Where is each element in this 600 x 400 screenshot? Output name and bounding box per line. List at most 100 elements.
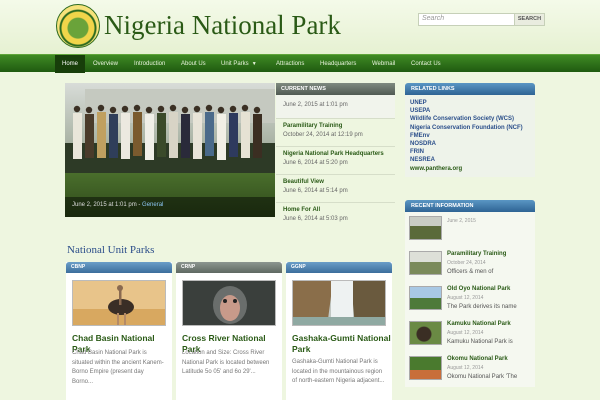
site-logo[interactable] (56, 4, 100, 48)
news-date: June 2, 2015 at 1:01 pm (283, 102, 348, 108)
nav-label: Contact Us (411, 61, 441, 67)
nav-item-overview[interactable]: Overview (86, 55, 125, 73)
recent-date: June 2, 2015 (447, 218, 476, 224)
nav-label: Introduction (134, 61, 166, 67)
news-item[interactable]: Nigeria National Park Headquarters June … (276, 147, 395, 175)
slide-category-link[interactable]: General (142, 202, 163, 208)
news-item[interactable]: June 2, 2015 at 1:01 pm (276, 95, 395, 119)
current-news-panel: CURRENT NEWS June 2, 2015 at 1:01 pm Par… (276, 83, 395, 233)
nav-item-headquarters[interactable]: Headquarters (313, 55, 363, 73)
nav-item-contact-us[interactable]: Contact Us (404, 55, 448, 73)
recent-thumbnail[interactable] (409, 356, 442, 380)
nav-item-introduction[interactable]: Introduction (127, 55, 172, 73)
park-card-tab: CBNP (66, 262, 172, 273)
recent-excerpt: Officers & men of (447, 269, 494, 275)
news-date: June 6, 2014 at 5:03 pm (283, 216, 348, 222)
recent-date: August 12, 2014 (447, 365, 484, 371)
nav-item-about-us[interactable]: About Us (174, 55, 213, 73)
related-link[interactable]: UNEP (410, 99, 531, 107)
recent-date: August 12, 2014 (447, 295, 484, 301)
recent-title[interactable]: Paramilitary Training (447, 251, 506, 257)
recent-title[interactable]: Okomu National Park (447, 356, 508, 362)
recent-title[interactable]: Kamuku National Park (447, 321, 511, 327)
current-news-header: CURRENT NEWS (276, 83, 395, 95)
news-date: June 6, 2014 at 5:20 pm (283, 160, 348, 166)
recent-thumbnail[interactable] (409, 216, 442, 240)
park-card-tab: GGNP (286, 262, 392, 273)
slide-caption-date: June 2, 2015 at 1:01 pm - (72, 202, 143, 208)
featured-slider[interactable]: June 2, 2015 at 1:01 pm - General (65, 83, 275, 217)
nav-label: Unit Parks (221, 61, 249, 67)
recent-item[interactable]: Kamuku National Park August 12, 2014 Kam… (405, 317, 535, 352)
nav-item-webmail[interactable]: Webmail (365, 55, 402, 73)
park-image-primate[interactable] (182, 280, 276, 326)
news-item[interactable]: Paramilitary Training October 24, 2014 a… (276, 119, 395, 147)
news-title[interactable]: Nigeria National Park Headquarters (283, 150, 388, 159)
news-title[interactable]: Home For All (283, 206, 388, 215)
park-image-ostrich[interactable] (72, 280, 166, 326)
park-image-waterfall[interactable] (292, 280, 386, 326)
recent-thumbnail[interactable] (409, 321, 442, 345)
recent-item[interactable]: June 2, 2015 (405, 212, 535, 247)
news-date: October 24, 2014 at 12:19 pm (283, 132, 363, 138)
nav-label: Home (62, 61, 79, 67)
related-link[interactable]: FRIN (410, 148, 531, 156)
nav-item-attractions[interactable]: Attractions (269, 55, 311, 73)
park-card-title[interactable]: Gashaka-Gumti National Park (292, 333, 392, 355)
park-card-text: Borno... (72, 378, 94, 385)
recent-excerpt: The Park derives its name (447, 304, 517, 310)
park-card-text: of north-eastern Nigeria adjacent... (292, 378, 385, 384)
nav-label: Overview (93, 61, 119, 67)
related-links-list: UNEP USEPA Wildlife Conservation Society… (405, 95, 535, 177)
news-title[interactable]: Paramilitary Training (283, 122, 388, 131)
nav-item-unit-parks[interactable]: Unit Parks ▼ (214, 55, 264, 73)
park-card-text: situated within the ancient Kanem- (72, 359, 164, 366)
recent-information-list: June 2, 2015 Paramilitary Training Octob… (405, 212, 535, 387)
related-link[interactable]: NOSDRA (410, 140, 531, 148)
recent-thumbnail[interactable] (409, 286, 442, 310)
recent-thumbnail[interactable] (409, 251, 442, 275)
park-card-text: located in the mountainous region (292, 368, 383, 375)
site-title[interactable]: Nigeria National Park (104, 10, 341, 41)
related-link[interactable]: NESREA (410, 156, 531, 164)
related-link[interactable]: USEPA (410, 107, 531, 115)
search-button[interactable]: SEARCH (514, 13, 545, 26)
park-card-text: Chad Basin National Park is (72, 350, 147, 356)
park-card-crnp[interactable]: CRNP Cross River National Park Location … (176, 262, 282, 400)
recent-excerpt: Kamuku National Park is (447, 339, 513, 345)
news-item[interactable]: Beautiful View June 6, 2014 at 5:14 pm (276, 175, 395, 203)
park-card-text: Latitude 5o 05' and 6o 29'... (182, 369, 256, 375)
recent-item[interactable]: Okomu National Park August 12, 2014 Okom… (405, 352, 535, 387)
chevron-down-icon: ▼ (251, 61, 257, 67)
search-input[interactable]: Search (418, 13, 515, 26)
related-link[interactable]: Wildlife Conservation Society (WCS) (410, 115, 531, 123)
park-card-text: National Park is located between (182, 359, 270, 366)
slide-group-photo (73, 104, 262, 160)
related-link[interactable]: FMEnv (410, 132, 531, 140)
recent-information-header: RECENT INFORMATION (405, 200, 535, 212)
recent-item[interactable]: Paramilitary Training October 24, 2014 O… (405, 247, 535, 282)
section-title-unit-parks: National Unit Parks (67, 244, 155, 256)
park-card-cbnp[interactable]: CBNP Chad Basin National Park Chad Basin… (66, 262, 172, 400)
recent-date: October 24, 2014 (447, 260, 486, 266)
related-links-header: RELATED LINKS (405, 83, 535, 95)
nav-item-home[interactable]: Home (55, 55, 86, 73)
recent-item[interactable]: Old Oyo National Park August 12, 2014 Th… (405, 282, 535, 317)
related-links-panel: RELATED LINKS UNEP USEPA Wildlife Conser… (405, 83, 535, 177)
main-nav: Home Overview Introduction About Us Unit… (0, 54, 600, 73)
park-card-ggnp[interactable]: GGNP Gashaka-Gumti National Park Gashaka… (286, 262, 392, 400)
related-link[interactable]: www.panthera.org (410, 165, 531, 173)
related-link[interactable]: Nigeria Conservation Foundation (NCF) (410, 124, 531, 132)
nav-label: Attractions (276, 61, 305, 67)
site-header: Nigeria National Park Search SEARCH (0, 0, 600, 54)
park-card-text: Location and Size: Cross River (182, 350, 265, 356)
news-title[interactable]: Beautiful View (283, 178, 388, 187)
recent-excerpt: Okomu National Park 'The (447, 374, 518, 380)
recent-information-panel: RECENT INFORMATION June 2, 2015 Paramili… (405, 200, 535, 387)
park-card-tab: CRNP (176, 262, 282, 273)
recent-title[interactable]: Old Oyo National Park (447, 286, 510, 292)
slide-caption: June 2, 2015 at 1:01 pm - General (65, 197, 275, 217)
park-card-text: Borno Empire (present day (72, 369, 144, 375)
news-item[interactable]: Home For All June 6, 2014 at 5:03 pm (276, 203, 395, 231)
nav-label: About Us (181, 61, 206, 67)
